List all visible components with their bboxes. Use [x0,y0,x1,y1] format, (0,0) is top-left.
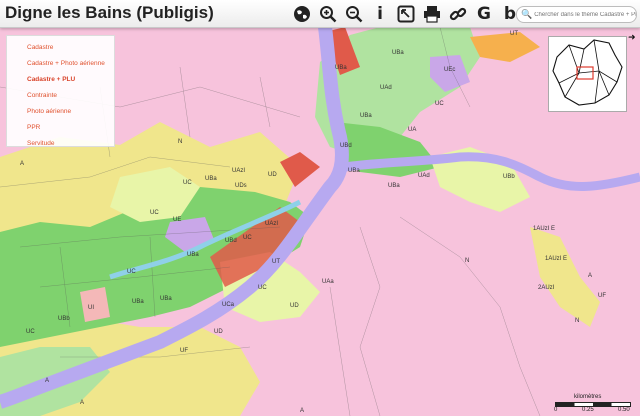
zone-label: UF [598,293,606,299]
zone-label: N [465,258,469,264]
zone-label: UAzI [265,221,278,227]
zone-label: UCa [222,302,235,308]
zone-label: UDs [235,183,247,189]
zone-label: UD [268,172,277,178]
zone-label: A [588,273,592,279]
zone-label: A [300,408,304,414]
zone-label: UT [510,31,518,37]
zone-label: UAd [418,173,430,179]
zone-label: UC [435,101,444,107]
search-box[interactable]: 🔍 [516,6,637,23]
zone-label: UD [290,303,299,309]
zone-label: UBa [187,252,199,258]
zone-label: UBa [388,183,400,189]
app-title: Digne les Bains (Publigis) [5,3,214,22]
scale-bar: kilomètres 0 0.25 0.50 [552,394,636,414]
zone-label: UD [214,329,223,335]
print-icon[interactable] [422,4,442,24]
pointer-icon[interactable] [396,4,416,24]
link-icon[interactable] [448,4,468,24]
zone-label: UI [88,305,94,311]
zone-label: UBb [503,174,515,180]
zone-label: UC [150,210,159,216]
theme-item-contrainte[interactable]: Contrainte [7,89,114,105]
scale-tick: 0.25 [582,407,594,413]
globe-icon[interactable] [292,4,312,24]
zone-label: A [80,400,84,406]
zone-label: A [20,161,24,167]
zoom-in-icon[interactable] [318,4,338,24]
zone-label: UBa [335,65,347,71]
zone-label: UAd [380,85,392,91]
zone-label: N [178,139,182,145]
search-input[interactable] [534,11,636,18]
zone-label: UBa [360,113,372,119]
zone-label: UAa [322,279,334,285]
theme-item-cadastre-photo[interactable]: Cadastre + Photo aérienne [7,57,114,73]
zone-label: UBa [348,168,360,174]
zone-label: UC [127,269,136,275]
zone-label: UEc [444,67,455,73]
zone-label: UBa [160,296,172,302]
zone-label: UE [173,217,181,223]
zone-label: UC [258,285,267,291]
theme-item-cadastre-plu[interactable]: Cadastre + PLU [7,73,114,89]
zone-label: N [575,318,579,324]
theme-item-ppr[interactable]: PPR [7,121,114,137]
google-icon[interactable]: G [474,4,494,24]
scale-tick: 0 [554,407,558,413]
zone-label: UC [183,180,192,186]
zone-ui [80,287,110,322]
info-icon[interactable]: i [370,4,390,24]
zone-label: UA [408,127,416,133]
overview-map[interactable] [548,36,627,112]
zone-label: UBb [58,316,70,322]
zone-label: UC [26,329,35,335]
theme-item-cadastre[interactable]: Cadastre [7,41,114,57]
zone-label: UT [272,259,280,265]
zone-label: 2AUzI [538,285,555,291]
zone-label: UBa [132,299,144,305]
top-toolbar: Digne les Bains (Publigis) i G b 🔍 [0,0,640,28]
zoom-out-icon[interactable] [344,4,364,24]
theme-item-photo[interactable]: Photo aérienne [7,105,114,121]
zone-label: 1AUzI E [533,226,555,232]
arrow-right-icon[interactable]: ➜ [628,33,636,43]
zone-label: 1AUzI E [545,256,567,262]
zone-label: UC [243,235,252,241]
scale-tick: 0.50 [618,407,630,413]
zone-label: A [45,378,49,384]
scale-title: kilomètres [574,394,602,400]
zone-label: UBa [392,50,404,56]
map-tools: i G b [292,3,526,25]
zone-label: UF [180,348,188,354]
zone-label: UBa [205,176,217,182]
theme-item-servitude[interactable]: Servitude [7,137,114,153]
search-icon: 🔍 [521,9,533,20]
zone-label: UAzI [232,168,245,174]
zone-label: UBd [340,143,352,149]
theme-menu: Cadastre Cadastre + Photo aérienne Cadas… [6,35,115,147]
zone-label: UBd [225,238,237,244]
